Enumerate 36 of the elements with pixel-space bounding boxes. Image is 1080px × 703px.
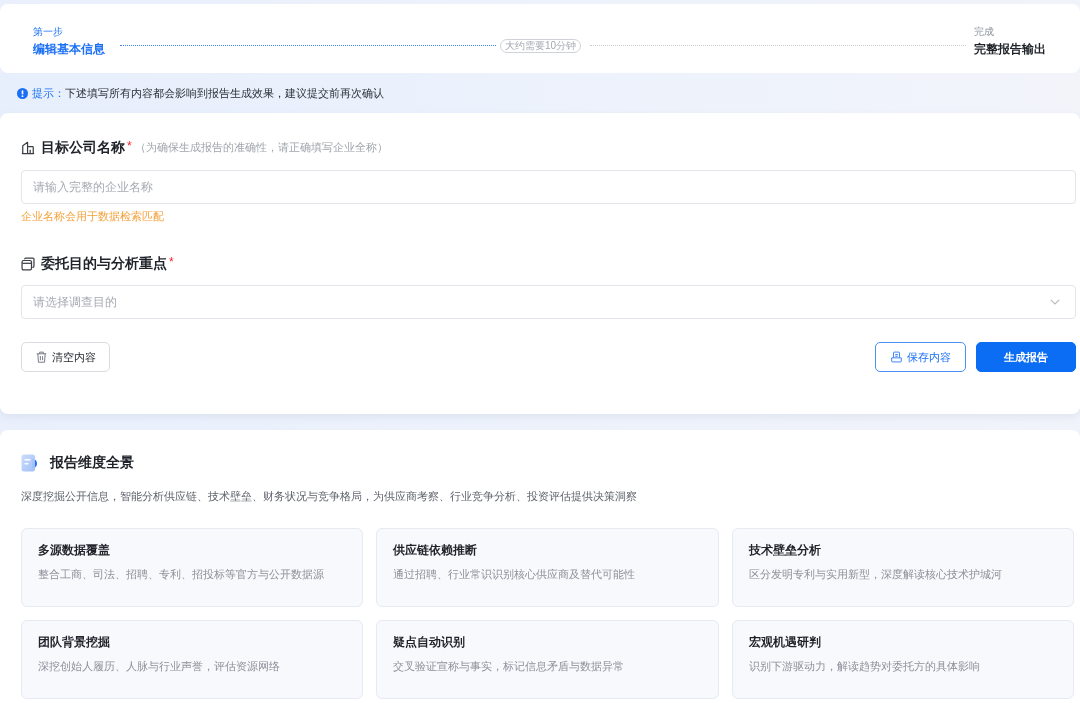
- save-button[interactable]: 保存内容: [875, 342, 966, 372]
- feature-title: 技术壁垒分析: [748, 542, 821, 558]
- step-title: 编辑基本信息: [33, 40, 105, 57]
- section-title: 报告维度全景: [50, 454, 134, 472]
- feature-description: 交叉验证宣称与事实，标记信息矛盾与数据异常: [393, 659, 625, 674]
- hint-text: 下述填写所有内容都会影响到报告生成效果，建议提交前再次确认: [65, 85, 384, 101]
- document-tray-icon: [890, 351, 902, 363]
- feature-description: 识别下游驱动力，解读趋势对委托方的具体影响: [748, 659, 980, 674]
- step-title: 完整报告输出: [974, 40, 1046, 57]
- feature-title: 供应链依赖推断: [393, 542, 478, 558]
- feature-title: 团队背景挖掘: [38, 634, 110, 650]
- hint-label: 提示：: [32, 85, 65, 101]
- stacked-windows-icon: [21, 257, 35, 271]
- chevron-down-icon: [1050, 299, 1060, 305]
- feature-title: 疑点自动识别: [393, 634, 466, 650]
- feature-description: 深挖创始人履历、人脉与行业声誉，评估资源网络: [38, 659, 280, 674]
- generate-button[interactable]: 生成报告: [976, 342, 1076, 372]
- field-helper-text: 企业名称会用于数据检索匹配: [21, 209, 164, 223]
- step-caption: 第一步: [33, 24, 63, 38]
- company-name-input[interactable]: 请输入完整的企业名称: [21, 170, 1076, 204]
- clear-button[interactable]: 清空内容: [21, 342, 110, 372]
- section-description: 深度挖掘公开信息，智能分析供应链、技术壁垒、财务状况与竞争格局，为供应商考察、行业竞争分析、投资评估提供决策洞察: [21, 489, 637, 504]
- required-mark: *: [127, 139, 132, 153]
- field-note: （为确保生成报告的准确性，请正确填写企业全称）: [134, 141, 388, 155]
- feature-description: 整合工商、司法、招聘、专利、招投标等官方与公开数据源: [38, 567, 324, 582]
- feature-title: 多源数据覆盖: [38, 542, 110, 558]
- step-caption: 完成: [974, 24, 994, 38]
- feature-description: 区分发明专利与实用新型，深度解读核心技术护城河: [748, 567, 1002, 582]
- field-label: 委托目的与分析重点: [41, 255, 167, 273]
- feature-description: 通过招聘、行业常识识别核心供应商及替代可能性: [393, 567, 636, 582]
- trash-icon: [35, 351, 47, 363]
- building-icon: [21, 141, 35, 155]
- feature-title: 宏观机遇研判: [748, 634, 821, 650]
- field-label: 目标公司名称: [41, 139, 125, 157]
- required-mark: *: [169, 255, 174, 269]
- info-icon: [17, 87, 28, 99]
